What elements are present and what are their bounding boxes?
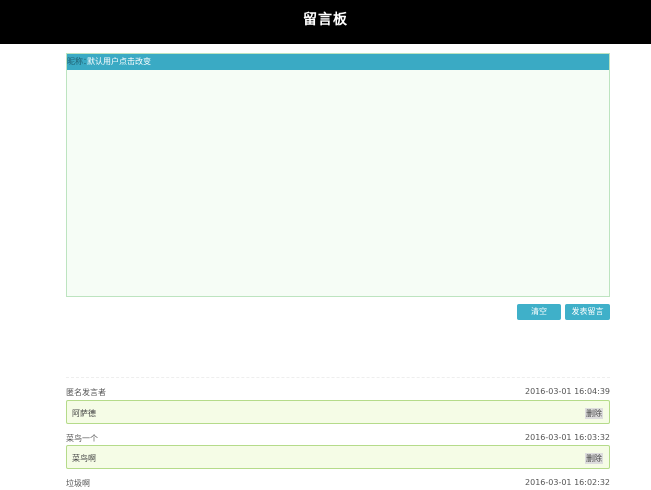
message-timestamp: 2016-03-01 16:02:32 bbox=[525, 478, 610, 487]
message-header: 垃圾啊 2016-03-01 16:02:32 bbox=[66, 478, 610, 490]
message-header: 匿名发言者 2016-03-01 16:04:39 bbox=[66, 387, 610, 399]
message-content: 阿萨德 bbox=[72, 409, 96, 418]
message-item: 菜鸟啊 删除 bbox=[66, 445, 610, 469]
message-author: 匿名发言者 bbox=[66, 388, 106, 397]
message-header: 菜鸟一个 2016-03-01 16:03:32 bbox=[66, 433, 610, 445]
delete-button[interactable]: 删除 bbox=[585, 453, 603, 464]
message-content: 菜鸟啊 bbox=[72, 454, 96, 463]
clear-button[interactable]: 清空 bbox=[517, 304, 561, 320]
header-bar: 留言板 bbox=[0, 0, 651, 44]
nickname-input[interactable] bbox=[87, 55, 287, 68]
message-composer: 昵称： bbox=[66, 53, 610, 297]
message-timestamp: 2016-03-01 16:03:32 bbox=[525, 433, 610, 442]
divider bbox=[66, 377, 610, 378]
page-title: 留言板 bbox=[303, 12, 348, 28]
message-textarea[interactable] bbox=[67, 70, 609, 296]
message-author: 菜鸟一个 bbox=[66, 434, 98, 443]
message-timestamp: 2016-03-01 16:04:39 bbox=[525, 387, 610, 396]
message-item: 阿萨德 删除 bbox=[66, 400, 610, 424]
nickname-bar: 昵称： bbox=[67, 54, 609, 70]
post-message-button[interactable]: 发表留言 bbox=[565, 304, 610, 320]
delete-button[interactable]: 删除 bbox=[585, 408, 603, 419]
message-author: 垃圾啊 bbox=[66, 479, 90, 488]
